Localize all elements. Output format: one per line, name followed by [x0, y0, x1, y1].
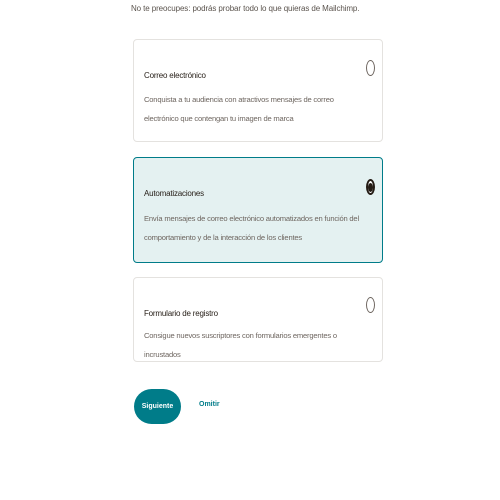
- onboarding-page: No te preocupes: podrás probar todo lo q…: [0, 0, 500, 500]
- option-description: Conquista a tu audiencia con atractivos …: [144, 95, 334, 123]
- option-title: Automatizaciones: [144, 189, 204, 198]
- option-card-email[interactable]: Correo electrónico Conquista a tu audien…: [133, 39, 383, 142]
- next-button[interactable]: Siguiente: [134, 389, 181, 424]
- option-title: Correo electrónico: [144, 71, 206, 80]
- option-description: Envía mensajes de correo electrónico aut…: [144, 214, 359, 242]
- radio-button-email[interactable]: [366, 60, 375, 76]
- option-title: Formulario de registro: [144, 309, 218, 318]
- option-description: Consigue nuevos suscriptores con formula…: [144, 331, 337, 359]
- option-card-automations[interactable]: Automatizaciones Envía mensajes de corre…: [133, 157, 383, 263]
- intro-text: No te preocupes: podrás probar todo lo q…: [131, 4, 360, 13]
- radio-button-signup-form[interactable]: [366, 297, 375, 313]
- option-card-signup-form[interactable]: Formulario de registro Consigue nuevos s…: [133, 277, 383, 362]
- radio-selected-dot: [368, 182, 373, 192]
- skip-link[interactable]: Omitir: [199, 401, 220, 408]
- radio-button-automations[interactable]: [366, 179, 375, 195]
